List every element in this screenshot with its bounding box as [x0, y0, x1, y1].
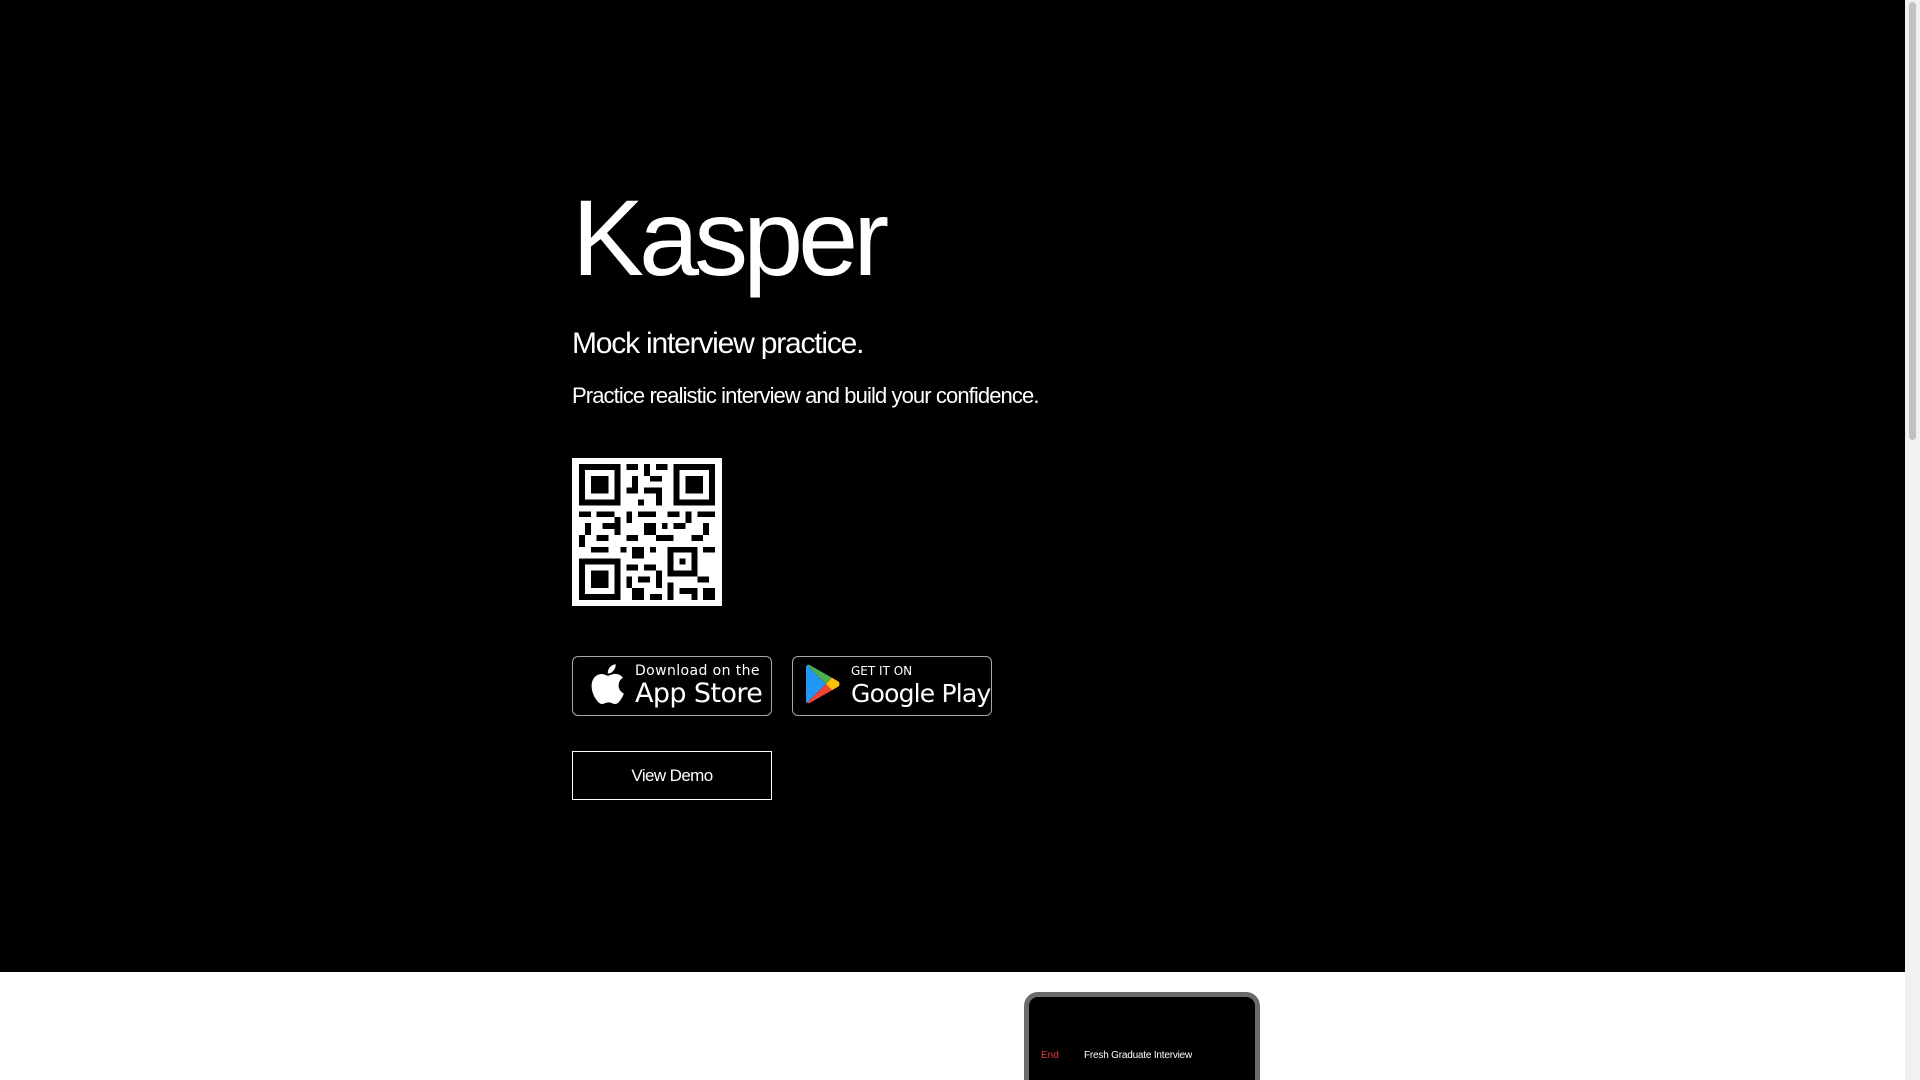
google-play-icon — [805, 664, 841, 709]
google-play-badge[interactable]: GET IT ON Google Play — [792, 656, 992, 716]
end-button[interactable]: End — [1041, 1050, 1084, 1061]
app-store-text: Download on the App Store — [635, 662, 763, 709]
app-title: Kasper — [572, 177, 889, 298]
apple-icon — [589, 663, 625, 710]
page-scrollbar[interactable] — [1905, 0, 1920, 1080]
app-store-small-label: Download on the — [635, 662, 760, 679]
phone-header: End Fresh Graduate Interview — [1041, 1050, 1243, 1061]
view-demo-button[interactable]: View Demo — [572, 751, 772, 800]
qr-code-icon — [573, 458, 721, 606]
scrollbar-thumb[interactable] — [1909, 2, 1916, 440]
app-store-big-label: App Store — [635, 677, 763, 709]
demo-section — [0, 972, 1905, 1080]
hero-content: Kasper Mock interview practice. Practice… — [572, 178, 1039, 800]
phone-preview: End Fresh Graduate Interview — [1024, 992, 1260, 1080]
google-play-text: GET IT ON Google Play — [851, 663, 991, 709]
store-badges: Download on the App Store GET IT ON Goog… — [572, 656, 1039, 716]
google-play-big-label: Google Play — [851, 678, 991, 708]
page: Kasper Mock interview practice. Practice… — [0, 0, 1905, 1080]
app-store-badge[interactable]: Download on the App Store — [572, 656, 772, 716]
subtitle: Practice realistic interview and build y… — [572, 383, 1039, 408]
google-play-small-label: GET IT ON — [851, 663, 913, 678]
qr-code — [572, 458, 722, 606]
phone-title: Fresh Graduate Interview — [1084, 1050, 1193, 1061]
headline: Mock interview practice. — [572, 327, 865, 360]
hero-section: Kasper Mock interview practice. Practice… — [0, 0, 1905, 972]
